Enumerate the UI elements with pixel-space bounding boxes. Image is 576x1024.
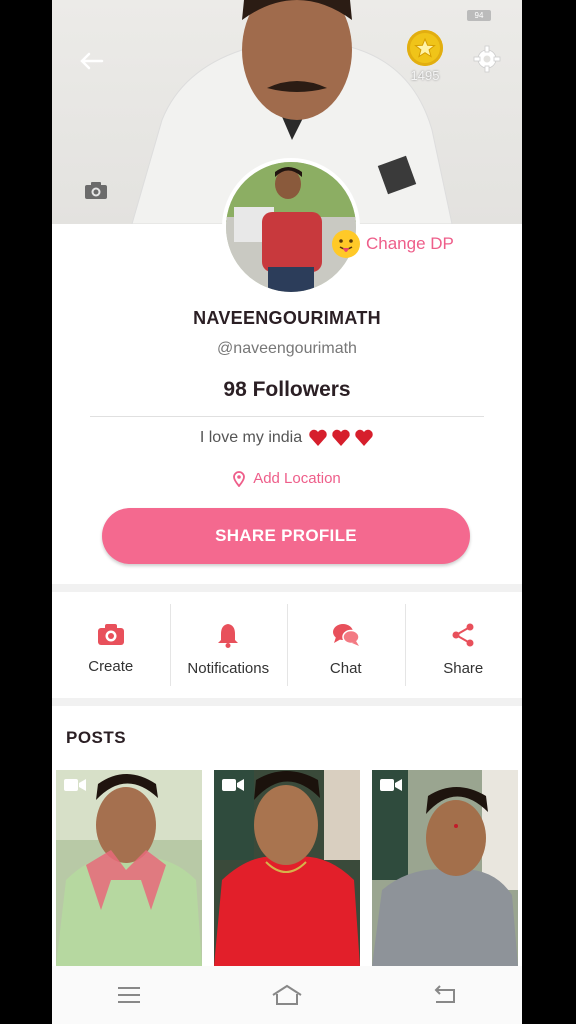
share-label: Share — [443, 660, 484, 677]
menu-icon[interactable] — [116, 985, 142, 1005]
section-separator — [52, 584, 522, 592]
coin-button[interactable] — [407, 30, 443, 66]
post-image — [56, 770, 202, 966]
post-image — [214, 770, 360, 966]
post-image — [372, 770, 518, 966]
post-thumbnail[interactable] — [372, 770, 518, 966]
profile-avatar[interactable] — [222, 158, 360, 296]
system-navigation-bar — [52, 966, 522, 1024]
profile-handle: @naveengourimath — [217, 340, 357, 357]
video-icon — [222, 779, 244, 791]
share-profile-button[interactable]: SHARE PROFILE — [102, 508, 470, 564]
divider — [90, 416, 484, 417]
chat-button[interactable]: Chat — [287, 592, 405, 698]
followers-count[interactable]: 98 Followers — [52, 378, 522, 402]
arrow-left-icon — [80, 52, 104, 70]
camera-icon[interactable] — [84, 180, 108, 200]
phone-screen: 94 1495 Change DP NAVEENGOURIMATH @navee… — [52, 0, 522, 1024]
notifications-button[interactable]: Notifications — [169, 592, 288, 698]
action-bar: Create Notifications Chat Share — [52, 592, 522, 698]
bio-text: I love my india — [199, 429, 303, 446]
bell-icon — [218, 624, 239, 648]
post-thumbnail[interactable] — [56, 770, 202, 966]
video-icon — [380, 779, 402, 791]
create-label: Create — [88, 658, 134, 675]
tongue-emoji-icon — [332, 230, 360, 258]
back-button[interactable] — [76, 46, 106, 76]
star-icon — [414, 37, 436, 58]
camera-icon — [97, 624, 124, 645]
profile-name: NAVEENGOURIMATH — [193, 308, 381, 328]
chat-icon — [332, 624, 360, 646]
gear-icon[interactable] — [472, 44, 502, 74]
avatar-photo — [226, 162, 356, 292]
coin-count: 1495 — [410, 68, 440, 83]
posts-heading: POSTS — [66, 728, 127, 747]
video-icon — [64, 779, 86, 791]
post-thumbnail[interactable] — [214, 770, 360, 966]
hearts-icon — [309, 429, 373, 446]
section-separator — [52, 698, 522, 706]
create-button[interactable]: Create — [52, 592, 170, 698]
back-nav-icon[interactable] — [432, 985, 458, 1005]
change-dp-button[interactable]: Change DP — [332, 230, 454, 258]
share-icon — [452, 623, 474, 647]
location-pin-icon — [233, 470, 246, 487]
notifications-label: Notifications — [187, 660, 270, 677]
chat-label: Chat — [329, 660, 362, 677]
add-location-link[interactable]: Add Location — [52, 470, 522, 487]
posts-grid — [56, 770, 518, 966]
change-dp-label: Change DP — [366, 234, 454, 253]
battery-indicator: 94 — [467, 10, 491, 21]
add-location-label: Add Location — [253, 470, 341, 487]
share-button[interactable]: Share — [404, 592, 523, 698]
home-icon[interactable] — [271, 984, 303, 1006]
profile-bio: I love my india — [52, 428, 522, 448]
